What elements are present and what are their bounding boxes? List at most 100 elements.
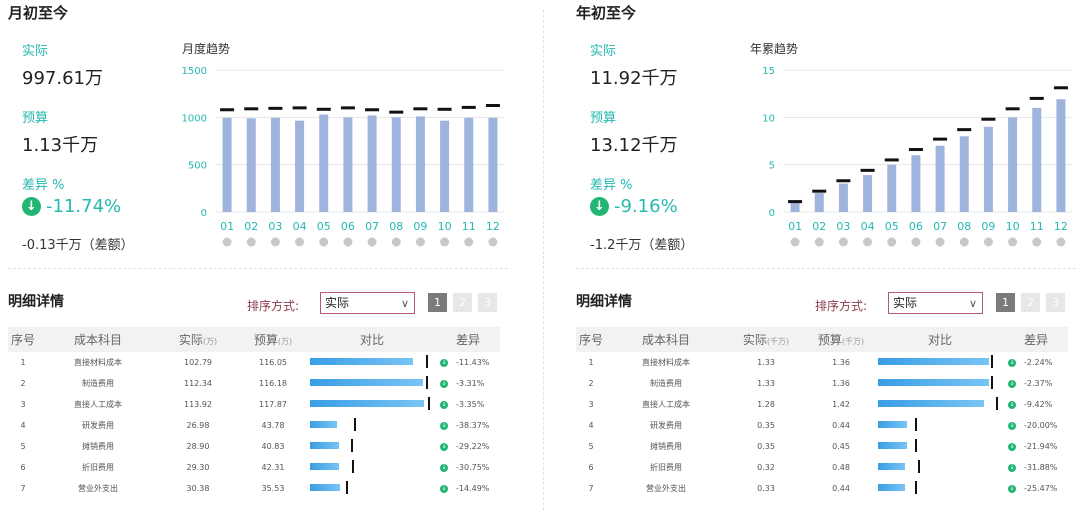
actual-value: 1.28 (757, 400, 775, 409)
actual-bar (878, 358, 989, 365)
x-tick-label: 10 (1006, 220, 1020, 233)
budget-marker (426, 355, 429, 368)
x-tick-label: 12 (486, 220, 500, 233)
status-dot (367, 237, 377, 247)
table-row: 7 营业外支出 30.38 35.53 ↓ -14.49% (8, 478, 500, 499)
table-row: 3 直接人工成本 113.92 117.87 ↓ -3.35% (8, 394, 500, 415)
budget-marker (812, 189, 827, 193)
variance-value: -2.37% (1024, 379, 1053, 388)
status-dot (270, 237, 280, 247)
actual-bar (464, 117, 474, 212)
budget-value: 43.78 (261, 421, 285, 430)
sort-select[interactable]: 实际 ∨ (320, 292, 415, 314)
row-number: 2 (588, 379, 594, 388)
down-arrow-circle-icon: ↓ (1008, 463, 1016, 472)
page-button-2[interactable]: 2 (453, 293, 472, 312)
actual-value: 0.35 (757, 421, 775, 430)
actual-bar (814, 193, 824, 212)
cost-item-name: 制造费用 (82, 379, 114, 388)
variance-value: -25.47% (1024, 484, 1058, 493)
actual-bar (878, 442, 908, 449)
status-dot (391, 237, 401, 247)
down-arrow-circle-icon: ↓ (1008, 421, 1016, 430)
cost-item-name: 研发费用 (82, 421, 114, 430)
status-dot (464, 237, 474, 247)
actual-bar (878, 463, 905, 470)
row-number: 6 (588, 463, 594, 472)
cost-item-name: 直接人工成本 (642, 400, 690, 409)
budget-marker (437, 107, 452, 111)
x-tick-label: 02 (244, 220, 258, 233)
down-arrow-circle-icon: ↓ (440, 421, 448, 430)
table-row: 3 直接人工成本 1.28 1.42 ↓ -9.42% (576, 394, 1068, 415)
budget-marker (1053, 86, 1068, 90)
budget-marker (426, 376, 429, 389)
actual-bar (983, 126, 993, 212)
y-tick-label: 15 (762, 66, 775, 77)
budget-marker (353, 418, 356, 431)
x-tick-label: 05 (317, 220, 331, 233)
section-divider (576, 268, 1076, 269)
status-dot (1008, 237, 1018, 247)
row-number: 4 (20, 421, 26, 430)
x-tick-label: 03 (268, 220, 282, 233)
cost-item-name: 直接材料成本 (642, 358, 690, 367)
actual-bar (878, 379, 989, 386)
x-tick-label: 08 (957, 220, 971, 233)
budget-marker (292, 106, 307, 110)
x-tick-label: 05 (885, 220, 899, 233)
detail-title: 明细详情 (8, 294, 64, 310)
actual-value: 0.33 (757, 484, 775, 493)
budget-value: 116.05 (259, 358, 287, 367)
monthly-trend-chart: 0 500 1000 1500 01 02 03 04 05 06 07 08 09 10 11 12 (182, 66, 505, 247)
actual-value: 102.79 (184, 358, 212, 367)
status-dot (488, 237, 498, 247)
y-tick-label: 1000 (182, 113, 207, 124)
budget-marker (428, 397, 430, 410)
actual-bar (391, 117, 401, 212)
variance-cell: ↓ -2.37% (1004, 373, 1068, 394)
status-dot (887, 237, 897, 247)
sort-label: 排序方式: (815, 299, 868, 313)
actual-bar (488, 117, 498, 212)
sort-select-value: 实际 (325, 296, 350, 310)
col-header-compare: 对比 (308, 327, 436, 352)
variance-cell: ↓ -29.22% (436, 436, 500, 457)
actual-value: 26.98 (186, 421, 210, 430)
down-arrow-circle-icon: ↓ (1008, 442, 1016, 451)
variance-value: -11.43% (456, 358, 490, 367)
page-button-2[interactable]: 2 (1021, 293, 1040, 312)
col-header-item: 成本科目 (606, 327, 726, 352)
actual-bar (1032, 107, 1042, 212)
budget-marker (836, 179, 851, 183)
actual-bar (1008, 117, 1018, 212)
cost-item-name: 研发费用 (650, 421, 682, 430)
table-row: 5 摊销费用 28.90 40.83 ↓ -29.22% (8, 436, 500, 457)
cost-item-name: 营业外支出 (646, 484, 686, 493)
down-arrow-circle-icon: ↓ (590, 197, 609, 216)
actual-bar (887, 164, 897, 212)
ytd-panel: 年初至今 实际 11.92千万 预算 13.12千万 差异 % ↓ -9.16%… (568, 0, 1080, 510)
variance-cell: ↓ -25.47% (1004, 478, 1068, 499)
table-row: 1 直接材料成本 102.79 116.05 ↓ -11.43% (8, 352, 500, 373)
col-header-budget: 预算(万) (238, 327, 308, 352)
page-button-3[interactable]: 3 (478, 293, 497, 312)
difference-amount: -1.2千万（差额） (590, 238, 694, 253)
actual-bar (790, 202, 800, 212)
budget-marker (340, 106, 355, 110)
page-button-1[interactable]: 1 (996, 293, 1015, 312)
sort-select[interactable]: 实际 ∨ (888, 292, 983, 314)
page-button-3[interactable]: 3 (1046, 293, 1065, 312)
variance-cell: ↓ -11.43% (436, 352, 500, 373)
status-dot (863, 237, 873, 247)
budget-marker (917, 460, 920, 473)
compare-cell (876, 478, 1004, 499)
page-button-1[interactable]: 1 (428, 293, 447, 312)
row-number: 3 (588, 400, 594, 409)
budget-marker (860, 168, 875, 172)
actual-value: 1.33 (757, 379, 775, 388)
actual-bar (935, 145, 945, 212)
variance-value: -20.00% (1024, 421, 1058, 430)
budget-marker (981, 117, 996, 121)
budget-marker (350, 439, 353, 452)
